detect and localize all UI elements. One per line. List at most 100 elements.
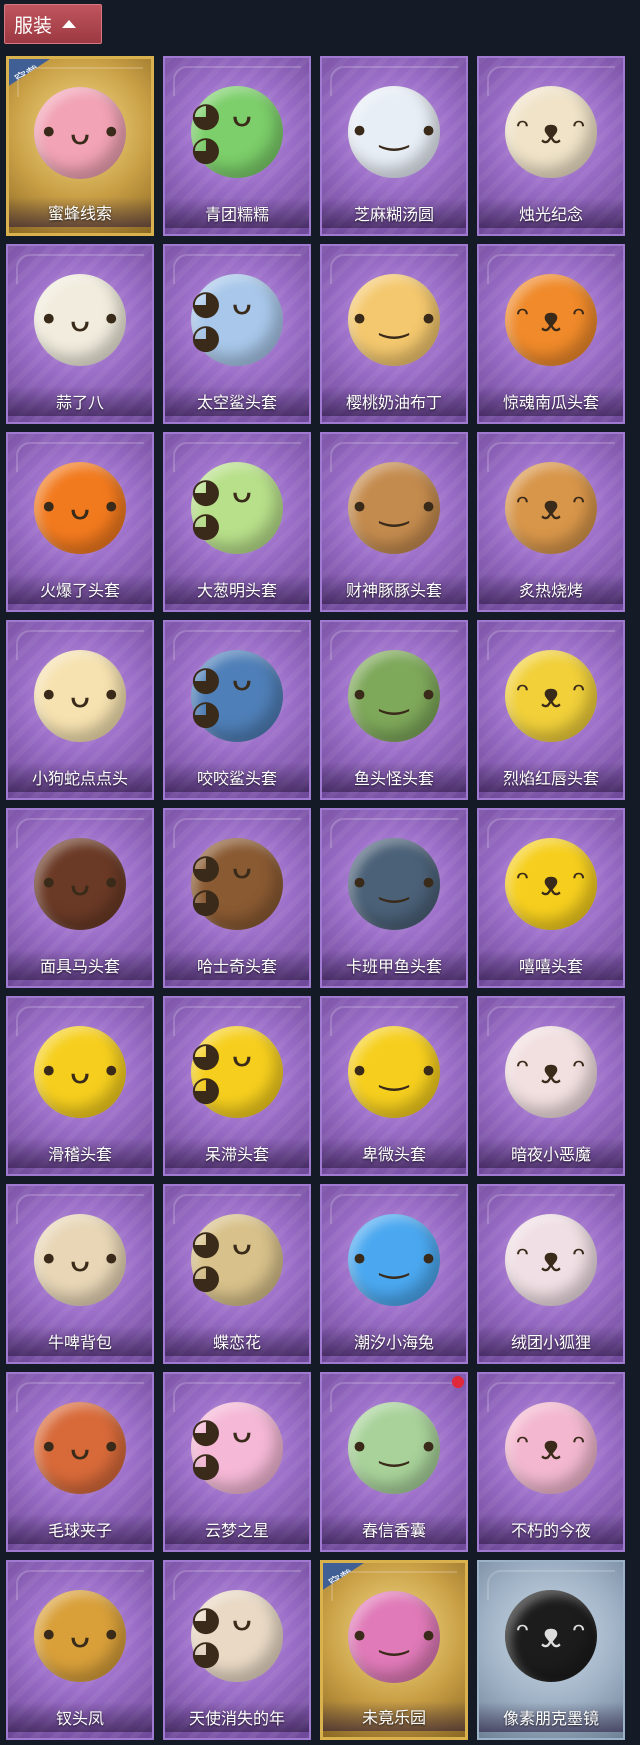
costume-name: 惊魂南瓜头套 (502, 393, 599, 412)
costume-name: 樱桃奶油布丁 (345, 393, 442, 412)
costume-card[interactable]: ᵔ ᴥ ᵔ 绒团小狐狸 (477, 1184, 625, 1364)
costume-card[interactable]: • ᴗ • 毛球夹子 (6, 1372, 154, 1552)
costume-face-glyph: • ᴗ • (38, 864, 122, 904)
fish-head-icon: • ‿ • (348, 650, 440, 742)
card-label-bar: 鱼头怪头套 (322, 762, 466, 792)
costume-card[interactable]: ◕ ᴗ ◕ 天使消失的年 (163, 1560, 311, 1740)
costume-card[interactable]: ◕ ᴗ ◕ 大葱明头套 (163, 432, 311, 612)
card-label-bar: 烈焰红唇头套 (479, 762, 623, 792)
bbq-icon: ᵔ ᴥ ᵔ (505, 462, 597, 554)
costume-card[interactable]: ◕ ᴗ ◕ 青团糯糯 (163, 56, 311, 236)
costume-name: 鱼头怪头套 (353, 769, 434, 788)
costume-card[interactable]: • ‿ • 未竟乐园 穿戴 (320, 1560, 468, 1740)
card-label-bar: 卑微头套 (322, 1138, 466, 1168)
costume-face-glyph: • ᴗ • (38, 1052, 122, 1092)
card-label-bar: 牛啤背包 (8, 1326, 152, 1356)
costume-card[interactable]: • ‿ • 卡班甲鱼头套 (320, 808, 468, 988)
costume-card[interactable]: • ‿ • 潮汐小海兔 (320, 1184, 468, 1364)
costume-card[interactable]: • ‿ • 鱼头怪头套 (320, 620, 468, 800)
costume-name: 毛球夹子 (47, 1521, 112, 1540)
costume-face-glyph: ᵔ ᴥ ᵔ (515, 1616, 587, 1656)
costume-card[interactable]: • ‿ • 卑微头套 (320, 996, 468, 1176)
angel-icon: ◕ ᴗ ◕ (191, 1590, 283, 1682)
costume-face-glyph: ◕ ᴗ ◕ (191, 1223, 253, 1297)
costume-name: 暗夜小恶魔 (510, 1145, 591, 1164)
costume-card[interactable]: ◕ ᴗ ◕ 咬咬鲨头套 (163, 620, 311, 800)
costume-face-glyph: • ‿ • (349, 676, 439, 716)
costume-card[interactable]: ᵔ ᴥ ᵔ 烈焰红唇头套 (477, 620, 625, 800)
costume-card[interactable]: ◕ ᴗ ◕ 呆滞头套 (163, 996, 311, 1176)
card-label-bar: 蝶恋花 (165, 1326, 309, 1356)
costume-name: 芝麻糊汤圆 (353, 205, 434, 224)
card-label-bar: 蒜了八 (8, 386, 152, 416)
fox-icon: ᵔ ᴥ ᵔ (505, 1214, 597, 1306)
sachet-icon: • ‿ • (348, 1402, 440, 1494)
costume-card[interactable]: ᵔ ᴥ ᵔ 不朽的今夜 (477, 1372, 625, 1552)
costume-card[interactable]: • ᴗ • 小狗蛇点点头 (6, 620, 154, 800)
costume-card[interactable]: • ᴗ • 滑稽头套 (6, 996, 154, 1176)
costume-face-glyph: • ‿ • (349, 1240, 439, 1280)
pudding-icon: • ‿ • (348, 274, 440, 366)
costume-card[interactable]: • ‿ • 芝麻糊汤圆 (320, 56, 468, 236)
costume-grid: • ᴗ • 蜜蜂线索 穿戴 ◕ ᴗ ◕ 青团糯糯 • ‿ • 芝麻糊汤圆 ᵔ ᴥ ᵔ 烛光纪念 •… (6, 56, 625, 1740)
pink-fox-icon: ᵔ ᴥ ᵔ (505, 1402, 597, 1494)
category-title: 服装 (14, 14, 53, 37)
costume-card[interactable]: ◕ ᴗ ◕ 太空鲨头套 (163, 244, 311, 424)
costume-card[interactable]: ◕ ᴗ ◕ 云梦之星 (163, 1372, 311, 1552)
funny-emoji-icon: • ᴗ • (34, 1026, 126, 1118)
costume-face-glyph: • ‿ • (349, 1617, 439, 1657)
costume-card[interactable]: ᵔ ᴥ ᵔ 炙热烧烤 (477, 432, 625, 612)
costume-card[interactable]: ᵔ ᴥ ᵔ 嘻嘻头套 (477, 808, 625, 988)
costume-card[interactable]: • ‿ • 樱桃奶油布丁 (320, 244, 468, 424)
costume-name: 太空鲨头套 (196, 393, 277, 412)
costume-card[interactable]: ᵔ ᴥ ᵔ 暗夜小恶魔 (477, 996, 625, 1176)
costume-card[interactable]: • ᴗ • 火爆了头套 (6, 432, 154, 612)
nutcracker-icon: • ᴗ • (34, 1402, 126, 1494)
card-label-bar: 惊魂南瓜头套 (479, 386, 623, 416)
costume-face-glyph: ᵔ ᴥ ᵔ (515, 112, 587, 152)
card-label-bar: 炙热烧烤 (479, 574, 623, 604)
costume-face-glyph: • ‿ • (349, 1428, 439, 1468)
costume-card[interactable]: ᵔ ᴥ ᵔ 像素朋克墨镜 (477, 1560, 625, 1740)
card-label-bar: 烛光纪念 (479, 198, 623, 228)
costume-face-glyph: • ᴗ • (38, 113, 122, 153)
costume-name: 未竟乐园 (361, 1708, 426, 1727)
costume-category-toggle[interactable]: 服装 (4, 4, 102, 44)
fire-icon: • ᴗ • (34, 462, 126, 554)
costume-face-glyph: ◕ ᴗ ◕ (191, 847, 253, 921)
costume-card[interactable]: ◕ ᴗ ◕ 哈士奇头套 (163, 808, 311, 988)
costume-card[interactable]: • ‿ • 春信香囊 (320, 1372, 468, 1552)
card-label-bar: 太空鲨头套 (165, 386, 309, 416)
costume-face-glyph: ᵔ ᴥ ᵔ (515, 488, 587, 528)
card-label-bar: 滑稽头套 (8, 1138, 152, 1168)
costume-card[interactable]: • ᴗ • 钗头凤 (6, 1560, 154, 1740)
costume-face-glyph: • ᴗ • (38, 676, 122, 716)
costume-face-glyph: • ‿ • (349, 488, 439, 528)
costume-face-glyph: • ᴗ • (38, 488, 122, 528)
card-label-bar: 小狗蛇点点头 (8, 762, 152, 792)
costume-name: 青团糯糯 (204, 205, 269, 224)
costume-card[interactable]: • ᴗ • 面具马头套 (6, 808, 154, 988)
costume-face-glyph: ᵔ ᴥ ᵔ (515, 864, 587, 904)
costume-card[interactable]: • ᴗ • 蒜了八 (6, 244, 154, 424)
costume-card[interactable]: ᵔ ᴥ ᵔ 惊魂南瓜头套 (477, 244, 625, 424)
costume-name: 天使消失的年 (188, 1709, 285, 1728)
star-unicorn-icon: ◕ ᴗ ◕ (191, 1402, 283, 1494)
costume-card[interactable]: • ‿ • 财神豚豚头套 (320, 432, 468, 612)
costume-name: 嘻嘻头套 (518, 957, 583, 976)
costume-card[interactable]: ◕ ᴗ ◕ 蝶恋花 (163, 1184, 311, 1364)
costume-face-glyph: ◕ ᴗ ◕ (191, 283, 253, 357)
costume-name: 大葱明头套 (196, 581, 277, 600)
costume-face-glyph: ᵔ ᴥ ᵔ (515, 1240, 587, 1280)
costume-name: 牛啤背包 (47, 1333, 112, 1352)
costume-card[interactable]: • ᴗ • 蜜蜂线索 穿戴 (6, 56, 154, 236)
snake-dog-icon: • ᴗ • (34, 650, 126, 742)
card-label-bar: 潮汐小海兔 (322, 1326, 466, 1356)
costume-card[interactable]: ᵔ ᴥ ᵔ 烛光纪念 (477, 56, 625, 236)
shark-bite-icon: ◕ ᴗ ◕ (191, 650, 283, 742)
costume-card[interactable]: • ᴗ • 牛啤背包 (6, 1184, 154, 1364)
costume-name: 春信香囊 (361, 1521, 426, 1540)
beer-cow-icon: • ᴗ • (34, 1214, 126, 1306)
costume-face-glyph: ◕ ᴗ ◕ (191, 95, 253, 169)
costume-name: 滑稽头套 (47, 1145, 112, 1164)
